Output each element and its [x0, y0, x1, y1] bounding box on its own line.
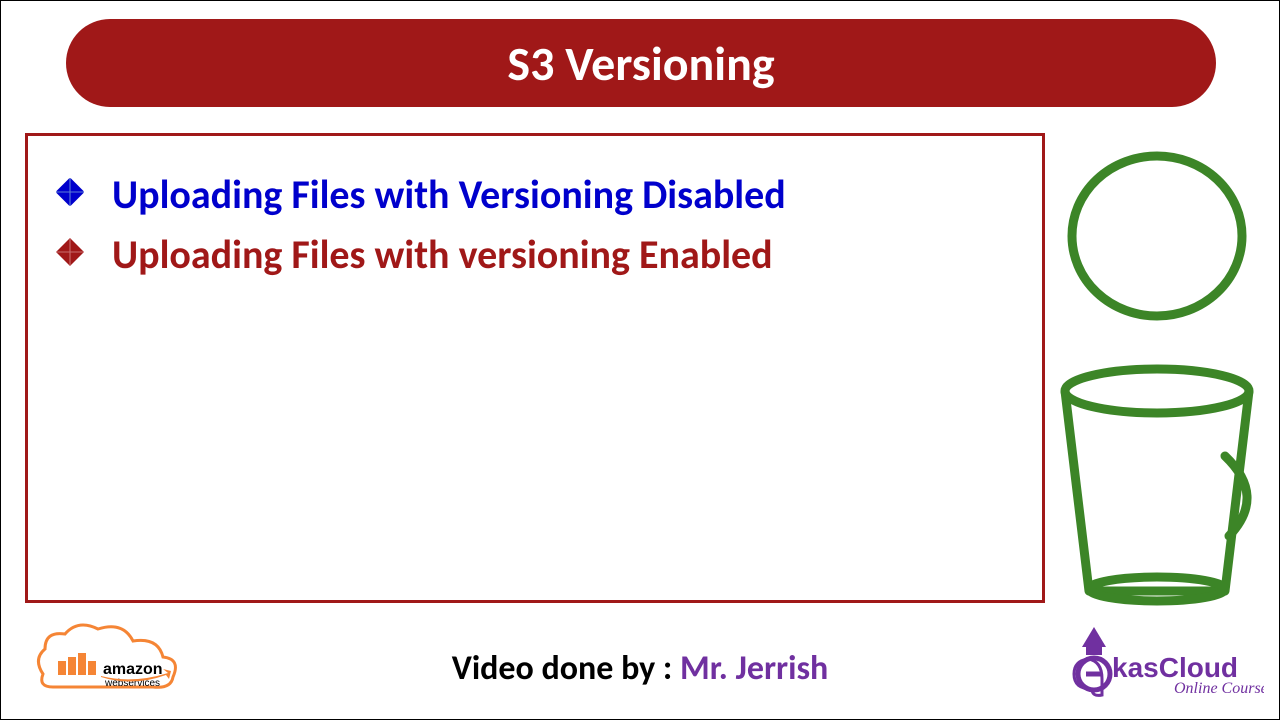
- svg-text:kasCloud: kasCloud: [1112, 652, 1238, 683]
- ekascloud-logo: kasCloud Online Courses: [1064, 619, 1264, 709]
- content-box: Uploading Files with Versioning Disabled…: [25, 133, 1045, 603]
- credit-name: Mr. Jerrish: [680, 648, 828, 689]
- page-title: S3 Versioning: [507, 34, 774, 93]
- title-banner: S3 Versioning: [66, 19, 1216, 107]
- bullet-text-1: Uploading Files with Versioning Disabled: [112, 168, 786, 222]
- footer: amazon webservices Video done by : Mr. J…: [1, 619, 1279, 719]
- bucket-icon: [1057, 361, 1257, 611]
- circle-icon: [1057, 136, 1257, 336]
- svg-text:Online Courses: Online Courses: [1174, 680, 1264, 697]
- list-item: Uploading Files with Versioning Disabled: [56, 168, 1002, 222]
- credit-label: Video done by :: [452, 648, 680, 689]
- bullet-text-2: Uploading Files with versioning Enabled: [112, 228, 773, 282]
- diamond-bullet-icon: [56, 178, 84, 206]
- aws-logo: amazon webservices: [23, 619, 193, 709]
- list-item: Uploading Files with versioning Enabled: [56, 228, 1002, 282]
- credit-line: Video done by : Mr. Jerrish: [452, 648, 829, 689]
- diamond-bullet-icon: [56, 238, 84, 266]
- svg-text:amazon: amazon: [103, 661, 163, 678]
